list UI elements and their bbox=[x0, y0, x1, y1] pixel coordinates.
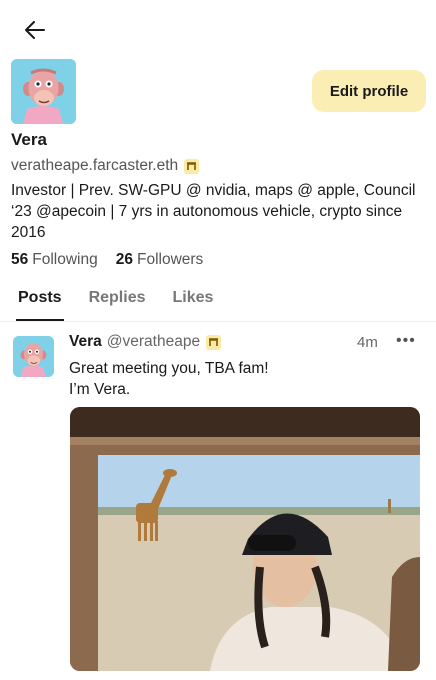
post-more-icon[interactable]: ••• bbox=[396, 332, 416, 350]
followers-link[interactable]: 26 Followers bbox=[116, 251, 204, 269]
ape-avatar-image bbox=[11, 59, 76, 124]
tab-likes[interactable]: Likes bbox=[173, 289, 214, 307]
post-header: Vera @veratheape bbox=[69, 333, 222, 351]
following-link[interactable]: 56 Following bbox=[11, 251, 98, 269]
tabs-divider bbox=[0, 321, 436, 322]
post-author-handle[interactable]: @veratheape bbox=[107, 333, 200, 351]
power-badge-icon bbox=[184, 158, 200, 174]
post-image[interactable] bbox=[70, 407, 420, 671]
profile-name: Vera bbox=[11, 130, 47, 149]
profile-avatar[interactable] bbox=[11, 59, 76, 124]
safari-photo-illustration bbox=[70, 407, 420, 671]
post-author-avatar[interactable] bbox=[13, 336, 54, 377]
profile-tabs: Posts Replies Likes bbox=[16, 289, 240, 321]
post-timestamp: 4m bbox=[357, 334, 378, 351]
following-count: 56 bbox=[11, 251, 29, 268]
tab-replies[interactable]: Replies bbox=[89, 289, 146, 307]
edit-profile-button[interactable]: Edit profile bbox=[312, 70, 426, 112]
profile-handle-row: veratheape.farcaster.eth bbox=[11, 157, 200, 175]
post-body: Great meeting you, TBA fam! I’m Vera. bbox=[69, 358, 269, 400]
arrow-left-icon bbox=[25, 21, 45, 39]
followers-count: 26 bbox=[115, 251, 133, 268]
back-button[interactable] bbox=[20, 17, 50, 43]
ape-avatar-small-image bbox=[13, 336, 54, 377]
profile-bio: Investor | Prev. SW-GPU @ nvidia, maps @… bbox=[11, 182, 416, 241]
post-text-line: I’m Vera. bbox=[69, 381, 131, 398]
post-text-line: Great meeting you, TBA fam! bbox=[69, 360, 269, 377]
power-badge-icon bbox=[206, 334, 222, 350]
post-author-name[interactable]: Vera bbox=[69, 333, 102, 351]
followers-label: Followers bbox=[136, 251, 204, 268]
following-label: Following bbox=[32, 251, 98, 268]
tab-posts[interactable]: Posts bbox=[16, 289, 64, 321]
profile-handle: veratheape.farcaster.eth bbox=[11, 157, 179, 174]
profile-stats: 56 Following 26 Followers bbox=[11, 251, 221, 269]
